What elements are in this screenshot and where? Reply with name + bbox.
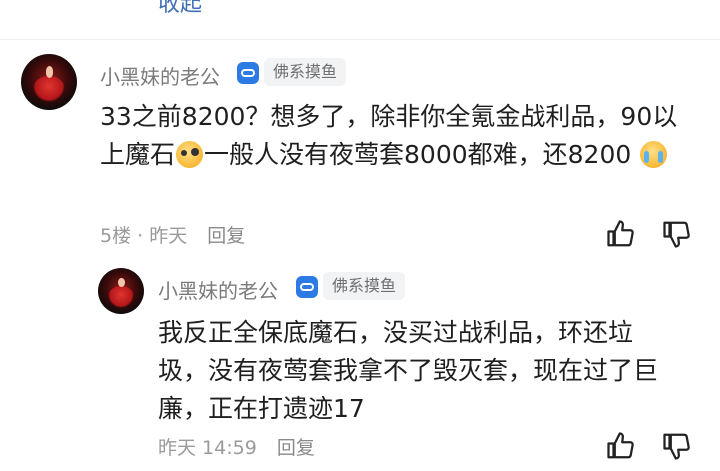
user-tag: 佛系摸鱼: [264, 58, 347, 86]
game-controller-icon: [296, 276, 318, 298]
thumbs-up-icon[interactable]: [606, 431, 636, 461]
comment-text: 33之前8200？想多了，除非你全氪金战利品，90以上魔石 一般人没有夜莺套800…: [100, 98, 700, 174]
user-tag: 佛系摸鱼: [323, 272, 406, 300]
comment-time: 昨天 14:59: [158, 437, 257, 459]
username[interactable]: 小黑妹的老公: [100, 61, 220, 90]
comment-meta: 5楼 · 昨天 回复: [100, 221, 245, 248]
divider: [0, 39, 720, 40]
collapse-link[interactable]: 收起: [158, 0, 202, 18]
thumbs-down-icon[interactable]: [662, 431, 692, 461]
thumbs-down-icon[interactable]: [662, 219, 692, 249]
thumbs-up-icon[interactable]: [606, 219, 636, 249]
meta-separator: ·: [137, 225, 144, 247]
comment-text-part2: 一般人没有夜莺套8000都难，还8200: [204, 140, 632, 169]
reply-button[interactable]: 回复: [277, 437, 315, 459]
avatar[interactable]: [21, 54, 77, 110]
crying-face-emoji: [640, 141, 668, 168]
reply-button[interactable]: 回复: [207, 225, 245, 247]
comment-time: 昨天: [149, 225, 188, 247]
crazy-face-emoji: [176, 141, 204, 168]
comment-meta: 昨天 14:59 回复: [158, 433, 315, 460]
comment-text: 我反正全保底魔石，没买过战利品，环还垃圾，没有夜莺套我拿不了毁灭套，现在过了巨廉…: [158, 318, 659, 423]
username[interactable]: 小黑妹的老公: [158, 275, 278, 304]
floor-number: 5楼: [100, 225, 132, 247]
game-controller-icon: [237, 62, 259, 84]
avatar[interactable]: [98, 268, 144, 314]
